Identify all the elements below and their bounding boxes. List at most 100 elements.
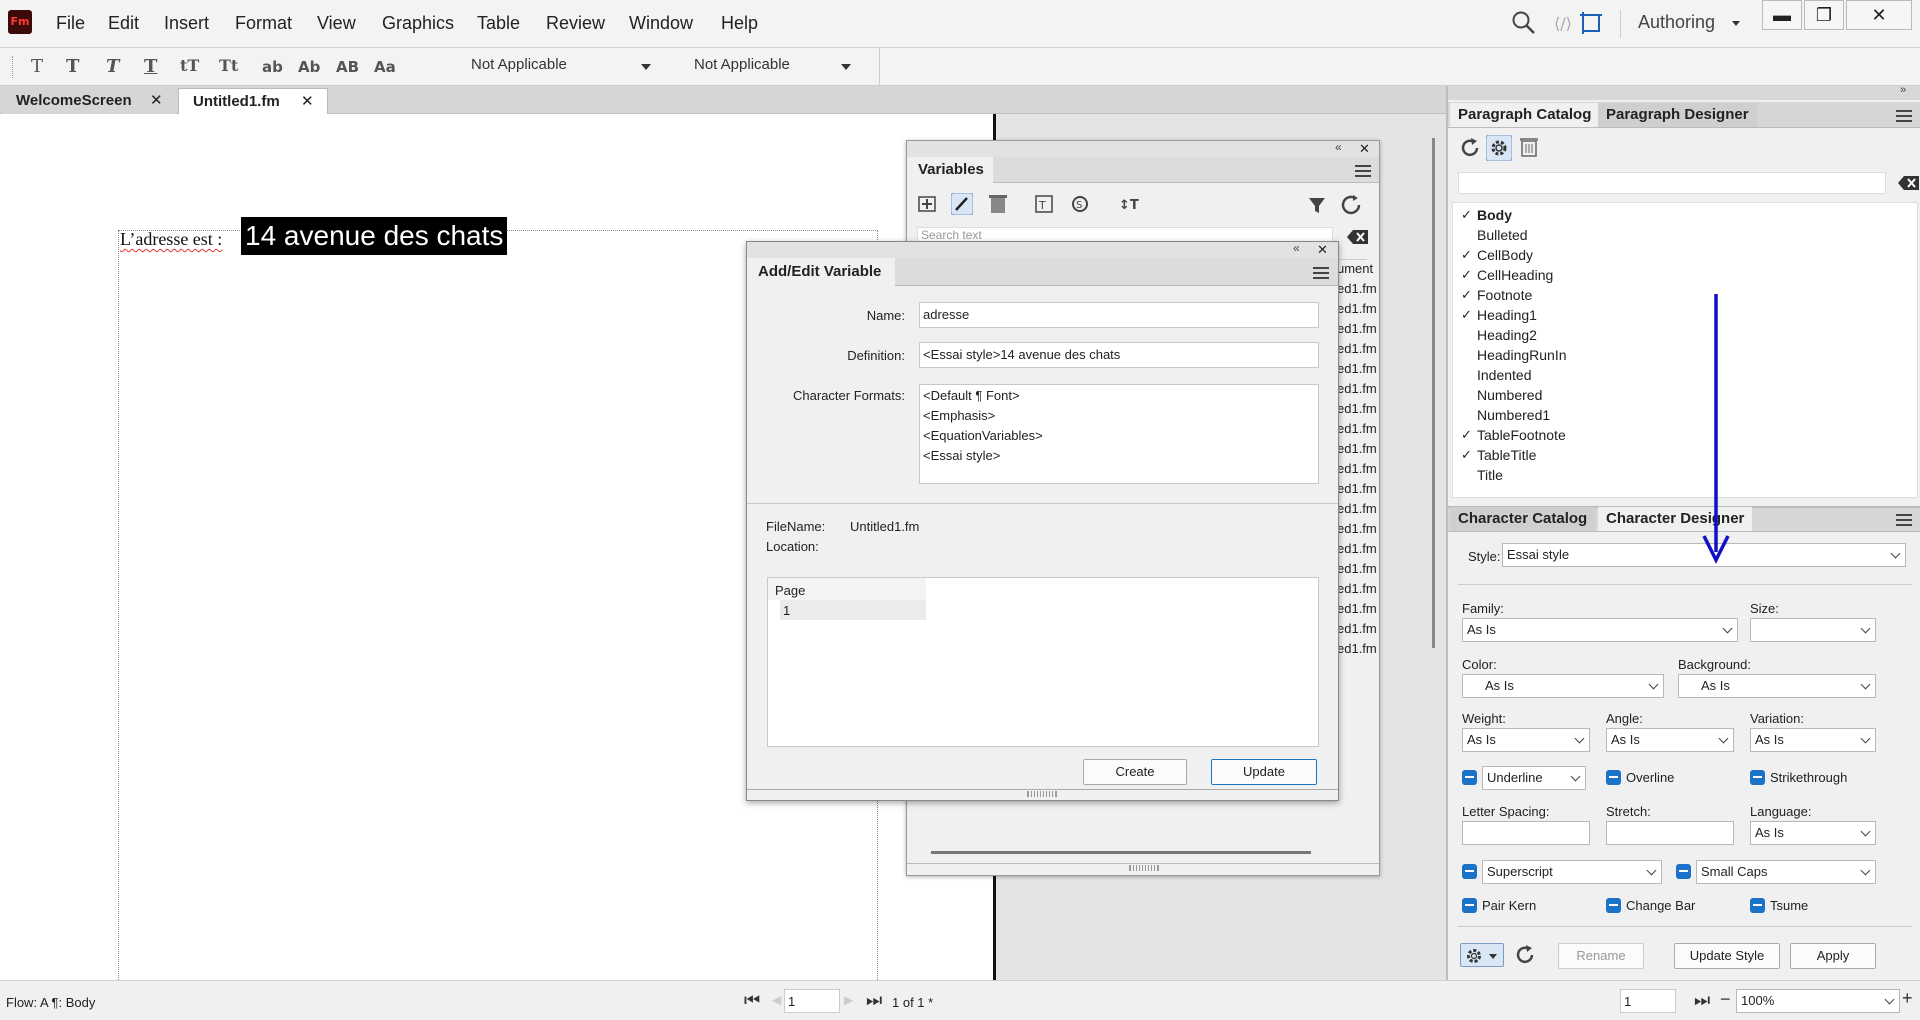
vertical-scrollbar[interactable] [1432, 138, 1435, 648]
language-select[interactable]: As Is [1750, 821, 1876, 845]
filter-input[interactable] [1458, 172, 1886, 194]
prev-page-icon[interactable]: ◀ [772, 993, 781, 1007]
plain-text-button[interactable]: T [31, 56, 43, 77]
name-field[interactable]: adresse [919, 302, 1319, 328]
apply-button[interactable]: Apply [1790, 943, 1876, 969]
pair-kern-checkbox[interactable] [1462, 898, 1477, 913]
code-view-icon[interactable]: ⟨/⟩ [1552, 12, 1574, 34]
update-style-button[interactable]: Update Style [1674, 943, 1780, 969]
clear-search-icon[interactable] [1898, 175, 1920, 191]
close-icon[interactable]: ✕ [1317, 242, 1328, 258]
table-row[interactable]: ed1.fm [1337, 341, 1377, 356]
close-icon[interactable]: ✕ [150, 88, 163, 114]
zoom-in-icon[interactable]: + [1902, 988, 1913, 1009]
tab-character-catalog[interactable]: Character Catalog [1450, 507, 1596, 531]
variables-list[interactable]: ument ed1.fm ed1.fm ed1.fm ed1.fm ed1.fm ed1.… [1337, 261, 1377, 681]
update-button[interactable]: Update [1211, 759, 1317, 785]
menu-review[interactable]: Review [546, 13, 605, 34]
definition-field[interactable]: <Essai style>14 avenue des chats [919, 342, 1319, 368]
list-item[interactable]: ✓ TableTitle [1453, 447, 1913, 467]
italic-button[interactable]: T [106, 56, 119, 77]
menu-help[interactable]: Help [721, 13, 758, 34]
filter-icon[interactable] [1307, 195, 1327, 215]
table-row[interactable]: ed1.fm [1337, 421, 1377, 436]
panel-menu-icon[interactable] [1896, 110, 1912, 122]
background-select[interactable]: As Is [1678, 674, 1876, 698]
tab-untitled1[interactable]: Untitled1.fm ✕ [178, 88, 328, 114]
variable-instance[interactable]: 14 avenue des chats [241, 217, 508, 255]
table-row[interactable]: ed1.fm [1337, 461, 1377, 476]
page-input[interactable]: 1 [1620, 989, 1676, 1013]
bold-button[interactable]: T [66, 56, 79, 77]
page-number-input[interactable]: 1 [784, 989, 840, 1013]
list-item[interactable]: ✓ Body [1453, 207, 1913, 227]
underline-select[interactable]: Underline [1482, 766, 1586, 790]
list-item[interactable]: HeadingRunIn [1453, 347, 1913, 367]
rename-button[interactable]: Rename [1558, 943, 1644, 969]
menu-edit[interactable]: Edit [108, 13, 139, 34]
angle-select[interactable]: As Is [1606, 728, 1734, 752]
superscript-select[interactable]: Superscript [1482, 860, 1662, 884]
next-page-icon[interactable]: ▶ [844, 993, 853, 1007]
close-window-button[interactable]: ✕ [1846, 0, 1912, 30]
menu-view[interactable]: View [317, 13, 356, 34]
crop-frame-icon[interactable] [1578, 10, 1604, 36]
tab-paragraph-catalog[interactable]: Paragraph Catalog [1450, 103, 1600, 127]
refresh-icon[interactable] [1514, 944, 1536, 966]
table-row[interactable]: 1 [780, 600, 926, 620]
superscript-button[interactable]: tT [180, 56, 199, 75]
refresh-icon[interactable] [1458, 136, 1482, 160]
chevron-down-icon[interactable] [641, 64, 651, 70]
list-item[interactable]: <Emphasis> [923, 408, 1315, 428]
table-row[interactable]: ed1.fm [1337, 541, 1377, 556]
size-select[interactable] [1750, 618, 1876, 642]
tab-welcome[interactable]: WelcomeScreen ✕ [2, 88, 176, 114]
table-row[interactable]: ed1.fm [1337, 361, 1377, 376]
superscript-checkbox[interactable] [1462, 864, 1477, 879]
change-bar-checkbox[interactable] [1606, 898, 1621, 913]
chevron-down-icon[interactable] [1732, 21, 1740, 26]
table-row[interactable]: ed1.fm [1337, 321, 1377, 336]
character-format-select[interactable]: Not Applicable [694, 56, 790, 78]
mode-dropdown[interactable]: Authoring [1638, 12, 1715, 33]
list-item[interactable]: Heading2 [1453, 327, 1913, 347]
table-row[interactable]: ed1.fm [1337, 401, 1377, 416]
smallcaps-select[interactable]: Small Caps [1696, 860, 1876, 884]
menu-format[interactable]: Format [235, 13, 292, 34]
horizontal-scrollbar[interactable] [931, 851, 1311, 854]
table-row[interactable]: ed1.fm [1337, 641, 1377, 656]
overline-checkbox[interactable] [1606, 770, 1621, 785]
location-table[interactable]: Page 1 [767, 577, 1319, 747]
initial-caps-button[interactable]: Ab [298, 58, 320, 76]
list-item[interactable]: ✓ Footnote [1453, 287, 1913, 307]
list-item[interactable]: ✓ Heading1 [1453, 307, 1913, 327]
clear-search-icon[interactable] [1347, 229, 1369, 245]
list-item[interactable]: <EquationVariables> [923, 428, 1315, 448]
underline-checkbox[interactable] [1462, 770, 1477, 785]
character-formats-list[interactable]: <Default ¶ Font> <Emphasis> <EquationVar… [919, 384, 1319, 484]
create-button[interactable]: Create [1083, 759, 1187, 785]
delete-icon[interactable] [1518, 136, 1540, 158]
convert-icon[interactable]: ↕T [1117, 193, 1139, 215]
panel-menu-icon[interactable] [1896, 514, 1912, 526]
restore-button[interactable]: ❐ [1804, 0, 1844, 30]
uppercase-button[interactable]: AB [336, 58, 359, 76]
list-item[interactable]: Numbered1 [1453, 407, 1913, 427]
convert-to-text-icon[interactable]: T [1033, 193, 1055, 215]
variation-select[interactable]: As Is [1750, 728, 1876, 752]
paragraph-format-select[interactable]: Not Applicable [471, 56, 567, 78]
list-item[interactable]: <Essai style> [923, 448, 1315, 468]
table-row[interactable]: ed1.fm [1337, 441, 1377, 456]
weight-select[interactable]: As Is [1462, 728, 1590, 752]
gear-icon[interactable] [1486, 135, 1512, 161]
close-icon[interactable]: ✕ [1359, 141, 1370, 157]
table-row[interactable]: ed1.fm [1337, 581, 1377, 596]
family-select[interactable]: As Is [1462, 618, 1738, 642]
minimize-button[interactable]: ▬ [1762, 0, 1802, 30]
tab-paragraph-designer[interactable]: Paragraph Designer [1598, 103, 1757, 127]
letter-spacing-input[interactable] [1462, 821, 1590, 845]
lowercase-button[interactable]: ab [262, 58, 283, 76]
list-item[interactable]: ✓ CellBody [1453, 247, 1913, 267]
collapse-icon[interactable]: « [1293, 241, 1300, 255]
last-page-icon[interactable]: ⏭ [1694, 990, 1710, 1011]
